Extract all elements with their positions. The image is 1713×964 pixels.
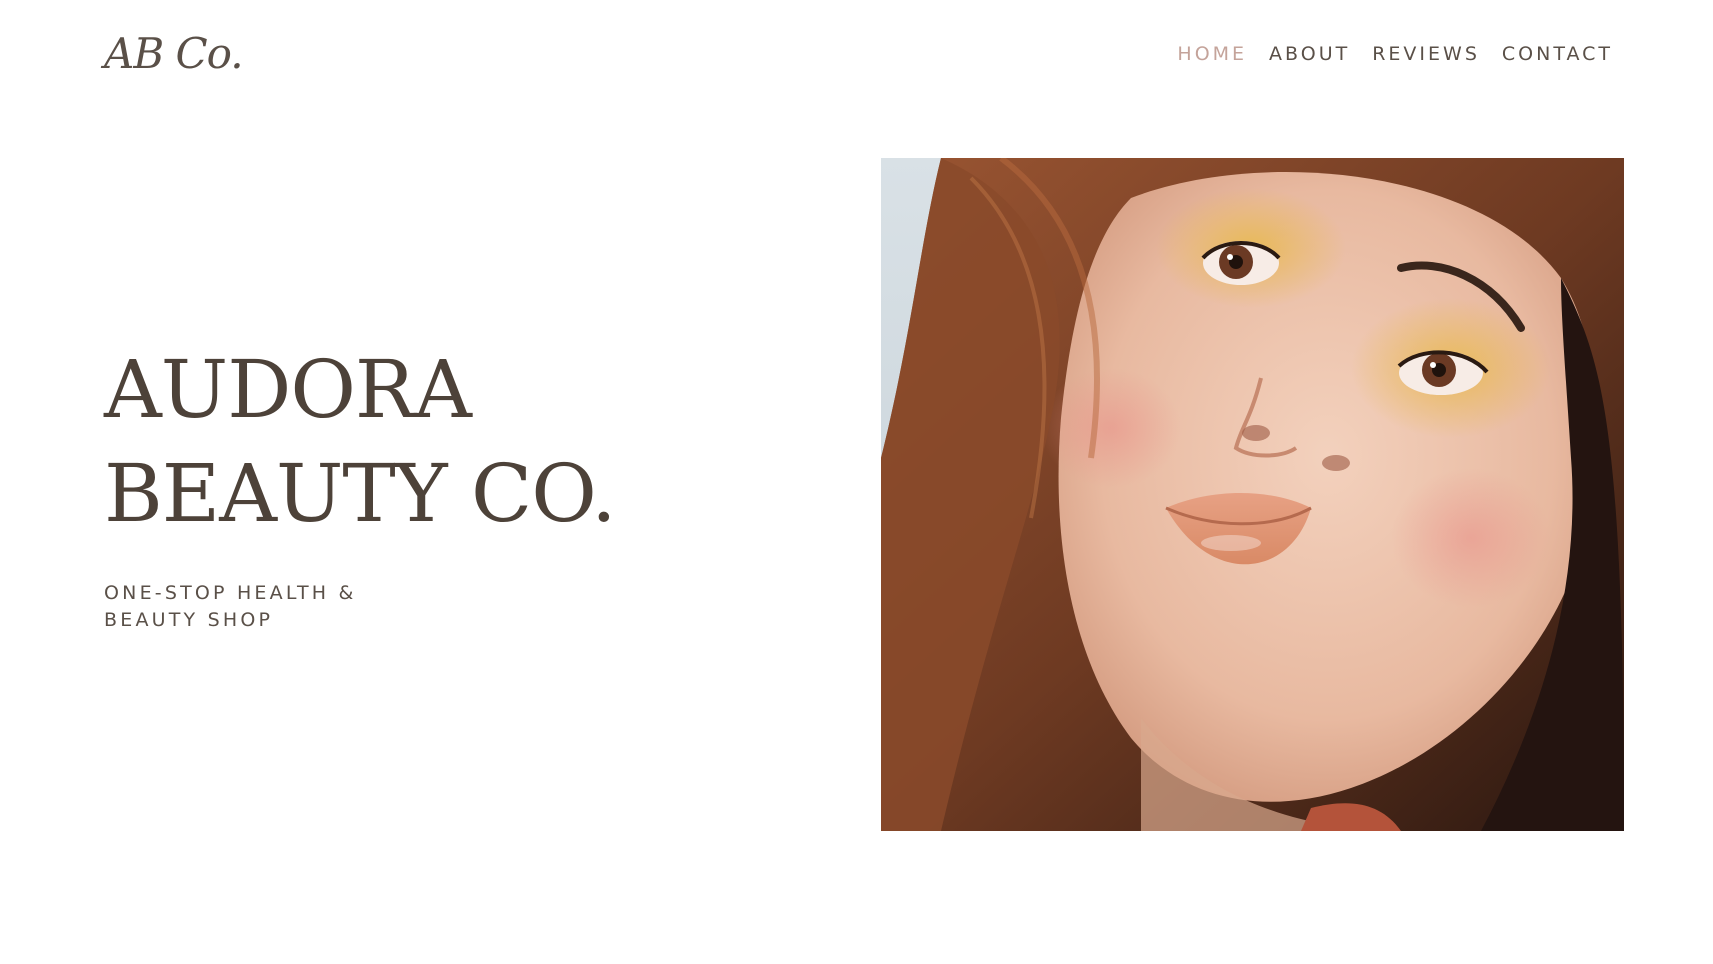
hero-title: AUDORA BEAUTY CO. xyxy=(104,338,617,546)
main-nav: HOME ABOUT REVIEWS CONTACT xyxy=(1177,40,1613,68)
nav-contact-link[interactable]: CONTACT xyxy=(1502,40,1613,68)
hero-tagline-line-2: BEAUTY SHOP xyxy=(104,609,274,631)
logo-link[interactable]: AB Co. xyxy=(104,26,244,82)
nav-about-link[interactable]: ABOUT xyxy=(1269,40,1350,68)
hero-title-line-2: BEAUTY CO. xyxy=(104,447,617,540)
hero-model-photo xyxy=(881,158,1624,831)
hero-title-line-1: AUDORA xyxy=(104,343,472,436)
nav-reviews-link[interactable]: REVIEWS xyxy=(1372,40,1480,68)
nav-home-link[interactable]: HOME xyxy=(1177,40,1247,68)
hero-tagline-line-1: ONE-STOP HEALTH & xyxy=(104,582,357,604)
hero-tagline: ONE-STOP HEALTH & BEAUTY SHOP xyxy=(104,580,357,634)
model-portrait-illustration xyxy=(881,158,1624,831)
